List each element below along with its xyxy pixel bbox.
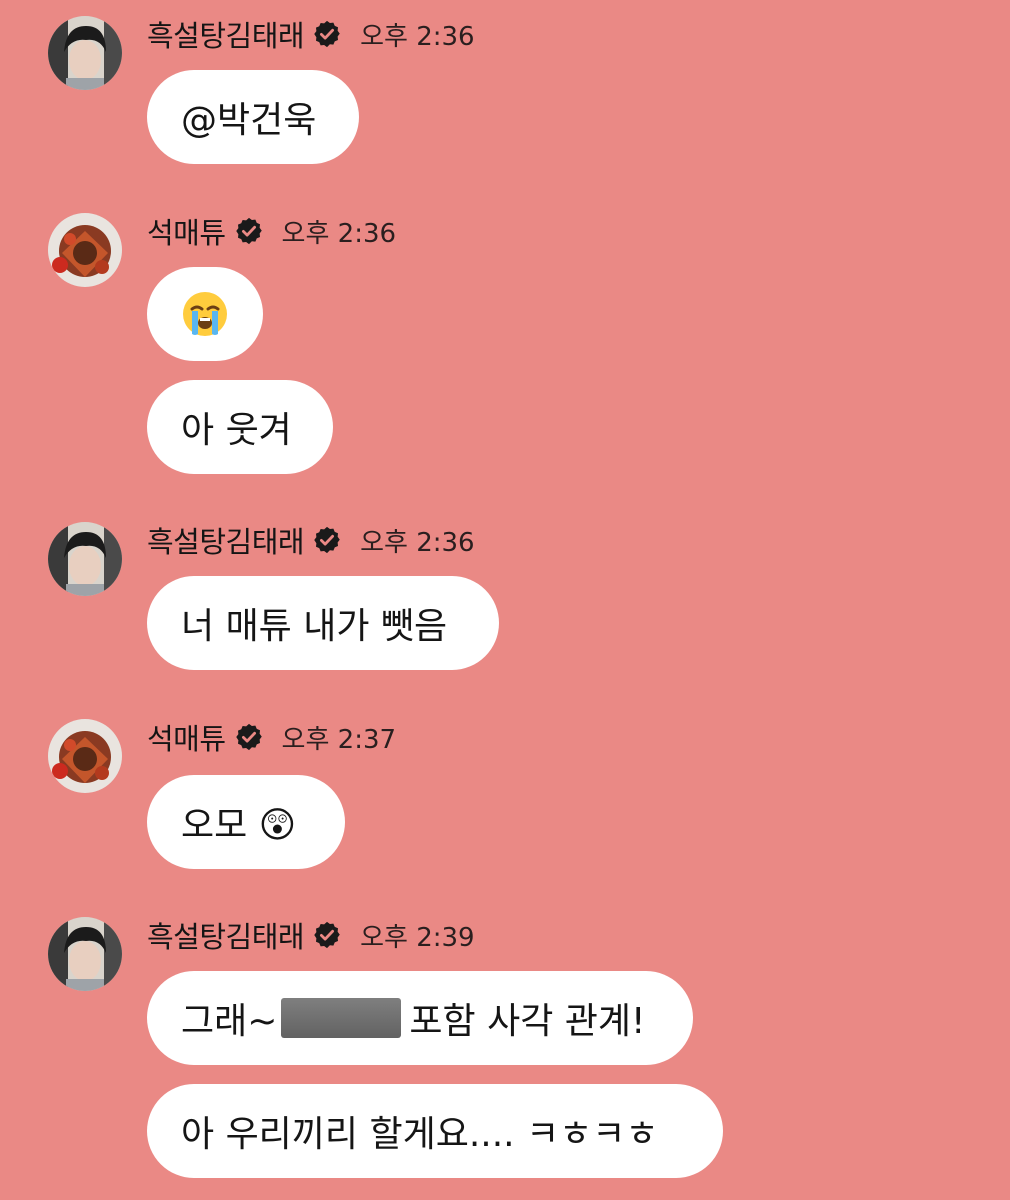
avatar[interactable] [48, 917, 122, 991]
message-header: 석매튜 오후 2:37 [147, 716, 397, 758]
sender-name[interactable]: 흑설탕김태래 [147, 519, 305, 561]
message-header: 흑설탕김태래 오후 2:36 [147, 519, 475, 561]
message-text: 오모 😲 [181, 805, 297, 846]
message-bubble[interactable]: 오모 😲 [147, 775, 345, 869]
message-bubble[interactable]: 너 매튜 내가 뺏음 [147, 576, 499, 670]
message-text: 포함 사각 관계! [409, 1001, 646, 1042]
message-time: 오후 2:37 [281, 724, 397, 755]
sender-name[interactable]: 흑설탕김태래 [147, 914, 305, 956]
redaction-block [281, 998, 402, 1038]
message-bubble[interactable]: @박건욱 [147, 70, 359, 164]
message-bubble[interactable]: 아 웃겨 [147, 380, 333, 474]
message-text: 그래~ [181, 1001, 278, 1042]
message-time: 오후 2:36 [360, 21, 475, 52]
avatar[interactable] [48, 522, 122, 596]
verified-badge-icon [312, 920, 342, 950]
message-time: 오후 2:39 [360, 922, 475, 953]
verified-badge-icon [312, 19, 342, 49]
sender-name[interactable]: 흑설탕김태래 [147, 13, 305, 55]
message-time: 오후 2:36 [360, 527, 475, 558]
verified-badge-icon [234, 216, 264, 246]
avatar[interactable] [48, 719, 122, 793]
sender-name[interactable]: 석매튜 [147, 716, 226, 758]
message-bubble[interactable]: 😭 [147, 267, 263, 361]
loudly-crying-face-emoji [181, 290, 229, 338]
sender-name[interactable]: 석매튜 [147, 210, 226, 252]
message-text: @박건욱 [181, 100, 317, 141]
verified-badge-icon [312, 525, 342, 555]
message-header: 흑설탕김태래 오후 2:36 [147, 13, 475, 55]
message-text: 아 웃겨 [181, 410, 292, 451]
chat-thread: 흑설탕김태래 오후 2:36 @박건욱 석매튜 오후 2:36 아 웃겨 흑설탕… [0, 0, 1010, 1200]
avatar[interactable] [48, 213, 122, 287]
message-header: 석매튜 오후 2:36 [147, 210, 397, 252]
message-text: 너 매튜 내가 뺏음 [181, 606, 448, 647]
message-bubble[interactable]: 아 우리끼리 할게요.... ㅋㅎㅋㅎ [147, 1084, 723, 1178]
message-text: 아 우리끼리 할게요.... ㅋㅎㅋㅎ [181, 1114, 659, 1155]
avatar[interactable] [48, 16, 122, 90]
verified-badge-icon [234, 722, 264, 752]
message-time: 오후 2:36 [281, 218, 397, 249]
message-bubble[interactable]: 그래~ 포함 사각 관계! [147, 971, 693, 1065]
message-header: 흑설탕김태래 오후 2:39 [147, 914, 475, 956]
